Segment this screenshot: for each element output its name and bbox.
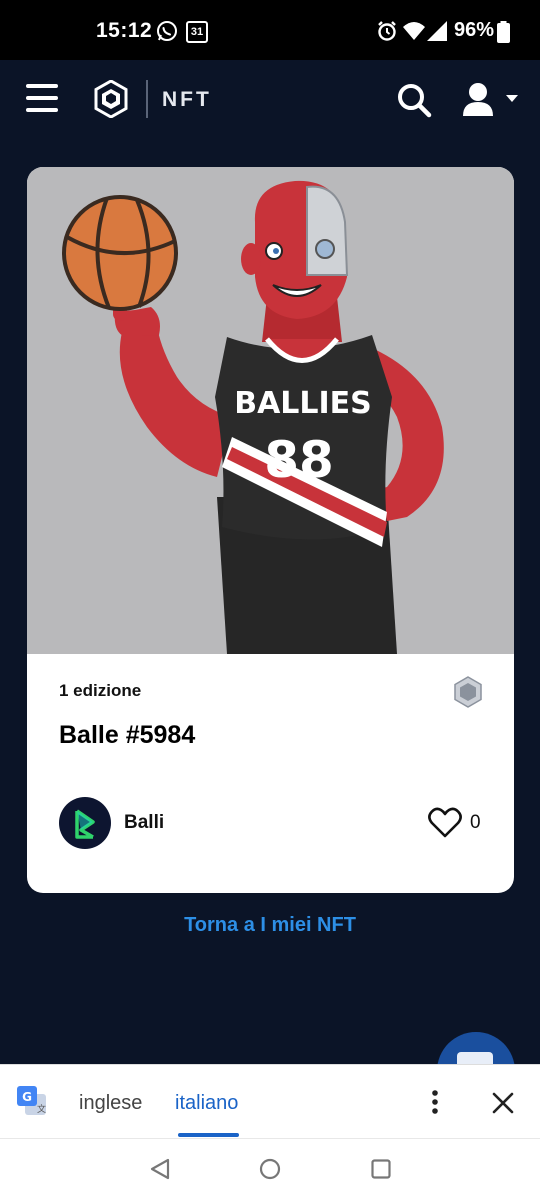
search-icon[interactable] <box>396 82 432 118</box>
like-count: 0 <box>470 812 481 833</box>
translate-bar: G 文 inglese italiano <box>0 1064 540 1139</box>
signal-icon <box>427 21 447 41</box>
crypto-com-logo[interactable] <box>94 80 128 118</box>
account-icon[interactable] <box>460 80 524 120</box>
nft-card[interactable]: BALLIES 88 1 edizione Balle #5984 Balli … <box>27 167 514 893</box>
selected-tab-indicator <box>178 1133 239 1137</box>
jersey-text: BALLIES <box>234 386 372 421</box>
alarm-icon <box>378 21 396 41</box>
svg-text:G: G <box>22 1090 32 1104</box>
status-bar: 15:12 31 96% <box>0 0 540 60</box>
calendar-icon: 31 <box>186 21 208 43</box>
avatar[interactable] <box>59 797 111 849</box>
menu-icon[interactable] <box>26 84 58 112</box>
target-language-tab[interactable]: italiano <box>175 1092 238 1115</box>
system-nav-bar <box>0 1138 540 1201</box>
status-time: 15:12 <box>96 19 153 42</box>
hexagon-chain-icon <box>454 676 482 708</box>
header-divider <box>146 80 148 118</box>
back-to-my-nfts-link[interactable]: Torna a I miei NFT <box>0 914 540 937</box>
jersey-number: 88 <box>264 431 334 489</box>
more-options-icon[interactable] <box>430 1089 440 1115</box>
home-icon[interactable] <box>259 1158 281 1180</box>
battery-icon <box>497 21 510 43</box>
whatsapp-icon <box>157 21 177 41</box>
nft-artwork[interactable]: BALLIES 88 <box>27 167 514 654</box>
heart-icon[interactable] <box>428 807 462 839</box>
edition-label: 1 edizione <box>59 681 142 700</box>
back-icon[interactable] <box>148 1157 172 1181</box>
wifi-icon <box>403 22 425 40</box>
caret-down-icon <box>506 95 518 102</box>
svg-text:文: 文 <box>37 1103 46 1115</box>
creator-name[interactable]: Balli <box>124 812 164 834</box>
battery-percent: 96% <box>454 19 495 41</box>
source-language-tab[interactable]: inglese <box>79 1092 142 1115</box>
recents-icon[interactable] <box>371 1159 391 1179</box>
brand-label: NFT <box>162 88 212 111</box>
app-header: NFT <box>0 60 540 140</box>
google-translate-icon[interactable]: G 文 <box>16 1085 48 1117</box>
creator-logo-icon <box>75 809 95 839</box>
nft-title: Balle #5984 <box>59 721 196 749</box>
close-icon[interactable] <box>491 1091 515 1115</box>
